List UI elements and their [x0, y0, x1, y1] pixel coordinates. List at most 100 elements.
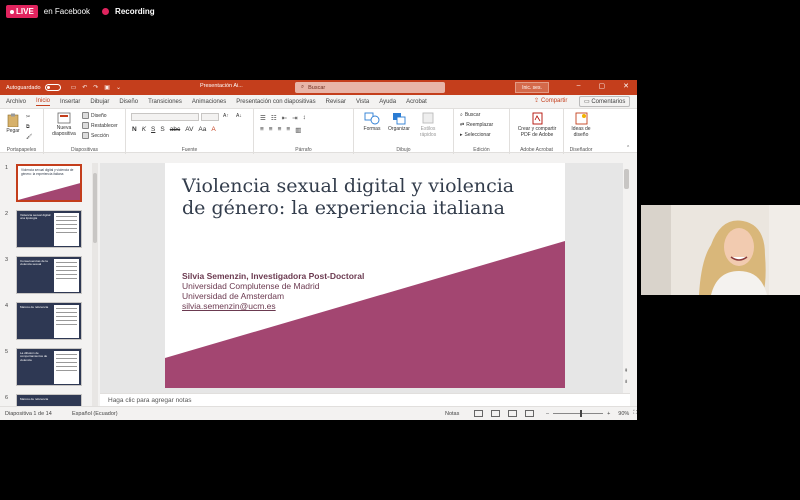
- notes-button[interactable]: Notas: [445, 411, 459, 417]
- create-pdf-button[interactable]: Crear y compartir PDF de Adobe: [514, 112, 560, 138]
- align-center-icon[interactable]: ≡: [269, 126, 273, 134]
- align-right-icon[interactable]: ≡: [278, 126, 282, 134]
- slide-thumbnail-4[interactable]: Marcos de referencia: [16, 302, 82, 340]
- thumb-content: [54, 351, 79, 384]
- fit-slide-icon[interactable]: ⛶: [633, 410, 637, 417]
- section-icon: [82, 132, 89, 139]
- line-spacing-icon[interactable]: ↕: [303, 114, 306, 122]
- design-ideas-button[interactable]: Ideas de diseño: [566, 112, 596, 138]
- slide-title[interactable]: Violencia sexual digital y violencia de …: [182, 175, 542, 219]
- format-painter-icon[interactable]: 🖌: [26, 134, 32, 140]
- close-icon[interactable]: ✕: [623, 82, 629, 90]
- tab-animaciones[interactable]: Animaciones: [192, 99, 226, 105]
- numbering-icon[interactable]: ☷: [271, 114, 277, 122]
- strikethrough-icon[interactable]: abc: [170, 126, 180, 133]
- undo-icon[interactable]: ↶: [82, 84, 87, 91]
- notes-pane[interactable]: Haga clic para agregar notas: [100, 393, 630, 406]
- zoom-in-icon[interactable]: +: [607, 411, 610, 417]
- author-email[interactable]: silvia.semenzin@ucm.es: [182, 301, 364, 311]
- next-slide-icon[interactable]: ⇟: [624, 379, 628, 385]
- find-button[interactable]: ⌕ Buscar: [460, 112, 480, 118]
- char-spacing-icon[interactable]: AV: [185, 126, 193, 133]
- tab-revisar[interactable]: Revisar: [326, 99, 346, 105]
- font-grow-icon[interactable]: A↑: [223, 113, 229, 119]
- arrange-icon: [393, 113, 406, 125]
- bullets-icon[interactable]: ☰: [260, 114, 266, 122]
- tab-transiciones[interactable]: Transiciones: [148, 99, 182, 105]
- copy-icon[interactable]: ⧉: [26, 124, 30, 130]
- tab-diseno[interactable]: Diseño: [119, 99, 138, 105]
- change-case-icon[interactable]: Aa: [198, 126, 206, 133]
- select-button[interactable]: ▸ Seleccionar: [460, 132, 491, 138]
- quick-styles-button[interactable]: Estilos rápidos: [414, 112, 442, 138]
- minimize-icon[interactable]: –: [577, 82, 581, 90]
- autosave-toggle[interactable]: [44, 84, 61, 91]
- start-slideshow-icon[interactable]: ▣: [104, 84, 110, 91]
- autosave-label: Autoguardado: [6, 84, 41, 91]
- author-block[interactable]: Silvia Semenzin, Investigadora Post-Doct…: [182, 271, 364, 311]
- signin-button[interactable]: Inic. ses.: [515, 82, 549, 93]
- scrollbar-thumb[interactable]: [624, 169, 629, 189]
- shadow-icon[interactable]: S: [160, 126, 164, 133]
- tab-inicio[interactable]: Inicio: [36, 98, 51, 106]
- slide-thumbnail-3[interactable]: Consecuencias de la violencia sexual: [16, 256, 82, 294]
- shapes-button[interactable]: Formas: [360, 112, 384, 132]
- tab-dibujar[interactable]: Dibujar: [90, 99, 109, 105]
- arrange-button[interactable]: Organizar: [386, 112, 412, 132]
- comments-button[interactable]: ▭ Comentarios: [579, 96, 631, 107]
- align-left-icon[interactable]: ≡: [260, 126, 264, 134]
- tab-presentacion[interactable]: Presentación con diapositivas: [236, 99, 315, 105]
- tab-archivo[interactable]: Archivo: [6, 99, 26, 105]
- slide-thumbnail-5[interactable]: La difusión de comportamientos de violen…: [16, 348, 82, 386]
- tab-acrobat[interactable]: Acrobat: [406, 99, 427, 105]
- italic-icon[interactable]: K: [142, 126, 146, 133]
- slide-sorter-icon[interactable]: [491, 410, 500, 417]
- group-slides: Nueva diapositiva Diseño Restablecer Sec…: [44, 109, 126, 154]
- font-size-select[interactable]: [201, 113, 219, 121]
- cut-icon[interactable]: ✂: [26, 114, 30, 120]
- thumbnail-scrollbar[interactable]: [92, 163, 98, 406]
- share-button[interactable]: ⇪ Compartir: [534, 97, 567, 105]
- customize-qat-icon[interactable]: ⌄: [116, 84, 121, 91]
- stream-bar: LIVE en Facebook Recording: [6, 5, 155, 18]
- normal-view-icon[interactable]: [474, 410, 483, 417]
- language-indicator[interactable]: Español (Ecuador): [72, 411, 118, 417]
- save-icon[interactable]: ▭: [71, 84, 77, 91]
- slide-scrollbar[interactable]: ⇞ ⇟: [623, 163, 630, 406]
- zoom-level[interactable]: 90%: [618, 411, 629, 417]
- collapse-ribbon-icon[interactable]: ⌃: [626, 145, 630, 151]
- replace-icon: ⇄: [460, 122, 465, 128]
- font-family-select[interactable]: [131, 113, 199, 121]
- paste-button[interactable]: Pegar: [4, 113, 22, 134]
- file-name[interactable]: Presentación Ai...: [200, 83, 243, 89]
- bold-icon[interactable]: N: [132, 126, 137, 133]
- slideshow-view-icon[interactable]: [525, 410, 534, 417]
- redo-icon[interactable]: ↷: [93, 84, 98, 91]
- underline-icon[interactable]: S: [151, 126, 155, 133]
- replace-button[interactable]: ⇄ Reemplazar: [460, 122, 493, 128]
- increase-indent-icon[interactable]: ⇥: [292, 114, 297, 122]
- tab-vista[interactable]: Vista: [356, 99, 369, 105]
- slide-thumbnail-6[interactable]: Marcos de referencia: [16, 394, 82, 406]
- reading-view-icon[interactable]: [508, 410, 517, 417]
- justify-icon[interactable]: ≡: [286, 126, 290, 134]
- current-slide[interactable]: Violencia sexual digital y violencia de …: [165, 163, 565, 388]
- zoom-out-icon[interactable]: –: [546, 411, 549, 417]
- prev-slide-icon[interactable]: ⇞: [624, 368, 628, 374]
- slide-thumbnail-1[interactable]: Violencia sexual digital y violencia de …: [16, 164, 82, 202]
- section-button[interactable]: Sección: [82, 132, 109, 139]
- tab-insertar[interactable]: Insertar: [60, 99, 80, 105]
- affiliation-1: Universidad Complutense de Madrid: [182, 281, 320, 291]
- font-shrink-icon[interactable]: A↓: [236, 113, 242, 119]
- columns-icon[interactable]: ▥: [295, 126, 301, 134]
- zoom-slider[interactable]: [553, 410, 604, 417]
- decrease-indent-icon[interactable]: ⇤: [282, 114, 287, 122]
- layout-button[interactable]: Diseño: [82, 112, 107, 119]
- font-color-icon[interactable]: A: [211, 126, 215, 133]
- maximize-icon[interactable]: ▢: [599, 82, 606, 90]
- tab-ayuda[interactable]: Ayuda: [379, 99, 396, 105]
- new-slide-button[interactable]: Nueva diapositiva: [50, 112, 78, 137]
- reset-button[interactable]: Restablecer: [82, 122, 118, 129]
- slide-thumbnail-2[interactable]: Violencia sexual digital: una tipología: [16, 210, 82, 248]
- search-input[interactable]: ⌕ Buscar: [295, 82, 445, 93]
